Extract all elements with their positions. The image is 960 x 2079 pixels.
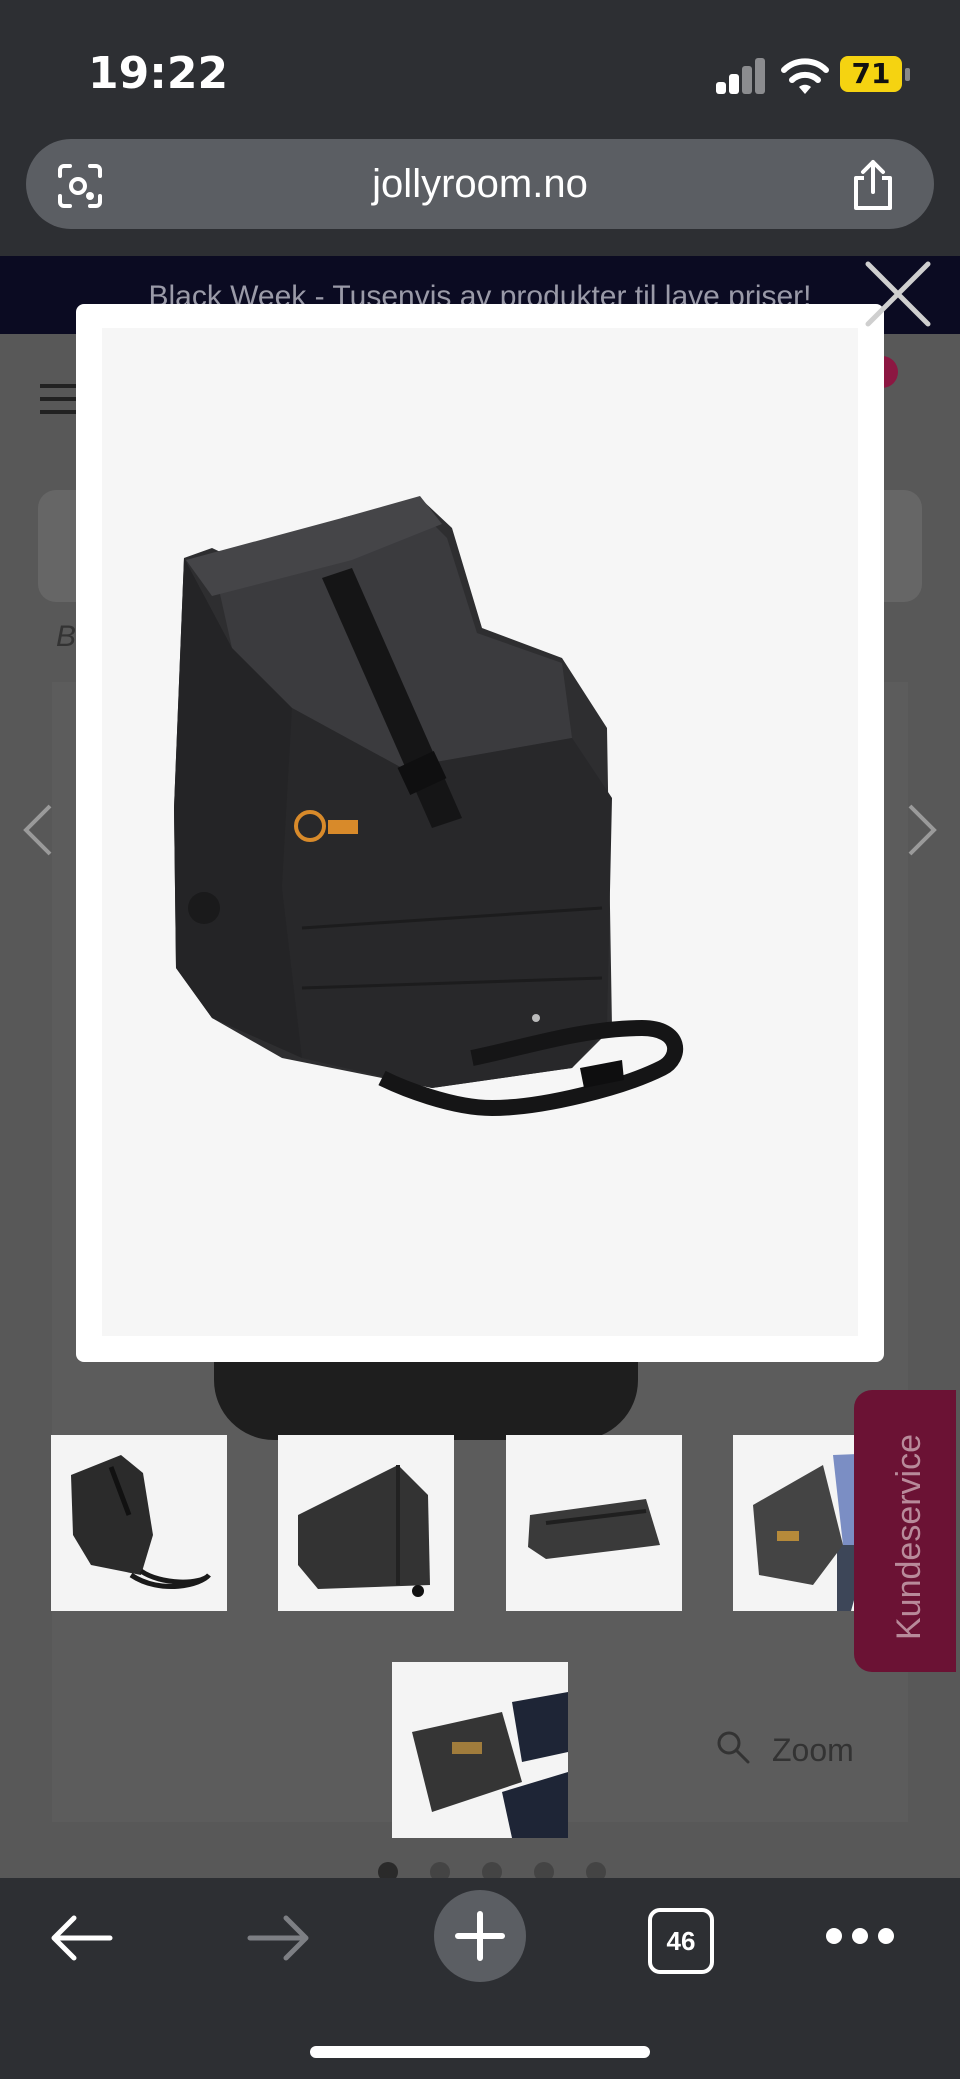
lightbox-image[interactable] — [102, 328, 858, 1336]
close-icon[interactable] — [862, 258, 934, 330]
bag-thumbnail-image — [71, 1455, 211, 1590]
battery-indicator: 71 — [840, 56, 910, 94]
menu-icon[interactable] — [40, 384, 80, 414]
visual-search-icon[interactable] — [56, 162, 104, 210]
back-arrow-icon[interactable] — [46, 1910, 116, 1966]
customer-service-label: Kundeservice — [890, 1433, 928, 1640]
new-tab-button[interactable] — [434, 1890, 526, 1982]
gallery-thumbnail[interactable] — [51, 1435, 227, 1611]
gallery-thumbnail[interactable] — [392, 1662, 568, 1838]
wifi-icon — [781, 58, 829, 94]
cellular-signal-icon — [716, 58, 766, 94]
plus-icon — [455, 1911, 505, 1961]
gallery-thumbnail[interactable] — [278, 1435, 454, 1611]
zoom-button[interactable]: Zoom — [772, 1732, 854, 1769]
magnifier-icon[interactable] — [716, 1730, 750, 1764]
share-icon[interactable] — [850, 158, 896, 212]
status-time: 19:22 — [88, 48, 229, 99]
address-bar-url[interactable]: jollyroom.no — [0, 162, 960, 207]
chevron-left-icon[interactable] — [18, 800, 58, 860]
breadcrumb[interactable]: B — [56, 620, 76, 654]
chevron-right-icon[interactable] — [902, 800, 942, 860]
bag-side-thumbnail-image — [298, 1465, 430, 1597]
battery-level: 71 — [840, 56, 902, 92]
home-indicator — [310, 2046, 650, 2058]
bag-folded-thumbnail-image — [528, 1499, 660, 1559]
gallery-thumbnail[interactable] — [506, 1435, 682, 1611]
tab-count-button[interactable]: 46 — [648, 1908, 714, 1974]
product-image-behind — [214, 1360, 638, 1440]
car-seat-bag-image — [174, 496, 684, 1117]
more-icon[interactable] — [826, 1928, 896, 1946]
bag-handling-thumbnail-image — [412, 1692, 568, 1838]
forward-arrow-icon[interactable] — [244, 1910, 314, 1966]
